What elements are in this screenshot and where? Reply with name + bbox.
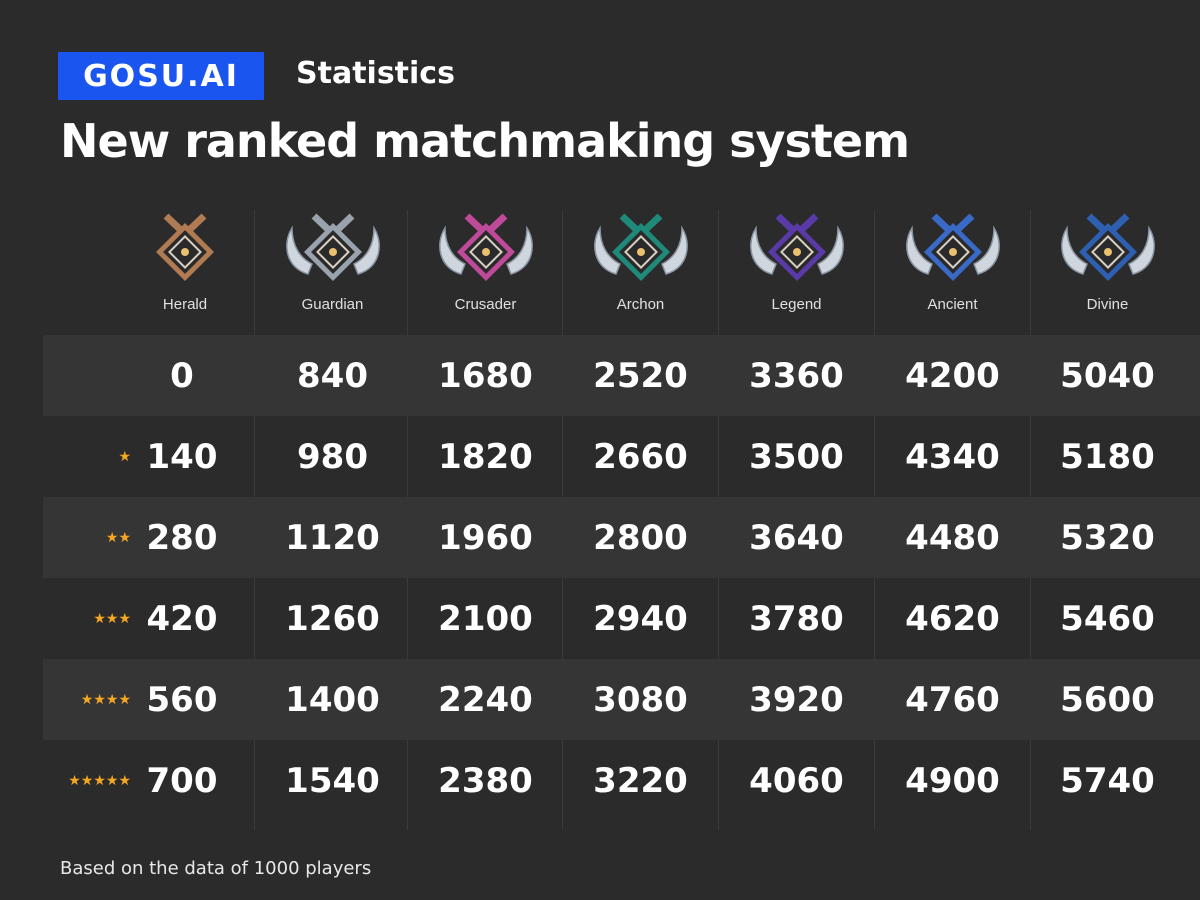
table-row: ★★ 280 1120 1960 2800 3640 4480 5320 bbox=[43, 497, 1200, 578]
crusader-medal-icon bbox=[438, 213, 533, 281]
rank-header-herald: Herald bbox=[105, 210, 265, 335]
mmr-value: 1820 bbox=[438, 436, 533, 477]
mmr-value: 700 bbox=[146, 760, 218, 801]
table-row: ★★★ 420 1260 2100 2940 3780 4620 5460 bbox=[43, 578, 1200, 659]
mmr-value: 5320 bbox=[1060, 517, 1155, 558]
rank-mmr-table: Herald Guardian Crusader Archon Legend Ancien… bbox=[43, 210, 1200, 830]
table-row: ★★★★★ 700 1540 2380 3220 4060 4900 5740 bbox=[43, 740, 1200, 821]
legend-medal-icon bbox=[749, 213, 844, 281]
rank-name: Divine bbox=[1086, 296, 1129, 313]
mmr-value: 2660 bbox=[593, 436, 688, 477]
star-level-icon: ★★★★ bbox=[80, 691, 131, 707]
rank-header-divine: Divine bbox=[1030, 210, 1185, 335]
mmr-value: 0 bbox=[170, 355, 194, 396]
mmr-value: 3920 bbox=[749, 679, 844, 720]
mmr-value: 1680 bbox=[438, 355, 533, 396]
mmr-value: 4620 bbox=[905, 598, 1000, 639]
mmr-value: 3780 bbox=[749, 598, 844, 639]
mmr-value: 2940 bbox=[593, 598, 688, 639]
mmr-value: 5180 bbox=[1060, 436, 1155, 477]
ancient-medal-icon bbox=[905, 213, 1000, 281]
table-row: ★★★★ 560 1400 2240 3080 3920 4760 5600 bbox=[43, 659, 1200, 740]
rank-header-ancient: Ancient bbox=[875, 210, 1030, 335]
mmr-value: 4340 bbox=[905, 436, 1000, 477]
mmr-value: 2100 bbox=[438, 598, 533, 639]
mmr-value: 4480 bbox=[905, 517, 1000, 558]
mmr-value: 5040 bbox=[1060, 355, 1155, 396]
mmr-value: 1120 bbox=[285, 517, 380, 558]
footer-note: Based on the data of 1000 players bbox=[60, 858, 372, 879]
star-level-icon bbox=[43, 335, 139, 416]
mmr-value: 3500 bbox=[749, 436, 844, 477]
archon-medal-icon bbox=[593, 213, 688, 281]
rank-header-legend: Legend bbox=[719, 210, 874, 335]
mmr-value: 280 bbox=[146, 517, 218, 558]
rank-name: Archon bbox=[616, 296, 665, 313]
mmr-value: 1540 bbox=[285, 760, 380, 801]
star-level-icon: ★★★ bbox=[93, 610, 131, 626]
mmr-value: 3080 bbox=[593, 679, 688, 720]
mmr-value: 840 bbox=[297, 355, 368, 396]
star-level-icon: ★★ bbox=[105, 529, 131, 545]
guardian-medal-icon bbox=[285, 213, 380, 281]
rank-name: Guardian bbox=[301, 296, 364, 313]
rank-header-crusader: Crusader bbox=[408, 210, 563, 335]
mmr-value: 2240 bbox=[438, 679, 533, 720]
mmr-value: 980 bbox=[297, 436, 368, 477]
mmr-value: 5740 bbox=[1060, 760, 1155, 801]
gosu-ai-logo: GOSU.AI bbox=[58, 52, 264, 100]
mmr-value: 2520 bbox=[593, 355, 688, 396]
star-level-icon: ★★★★★ bbox=[68, 772, 131, 788]
mmr-value: 1260 bbox=[285, 598, 380, 639]
divine-medal-icon bbox=[1060, 213, 1155, 281]
mmr-value: 1400 bbox=[285, 679, 380, 720]
mmr-value: 5460 bbox=[1060, 598, 1155, 639]
mmr-value: 3640 bbox=[749, 517, 844, 558]
star-level-icon: ★ bbox=[118, 448, 131, 464]
mmr-value: 4060 bbox=[749, 760, 844, 801]
mmr-value: 4900 bbox=[905, 760, 1000, 801]
mmr-value: 2800 bbox=[593, 517, 688, 558]
mmr-value: 1960 bbox=[438, 517, 533, 558]
mmr-value: 140 bbox=[146, 436, 218, 477]
section-label: Statistics bbox=[296, 56, 455, 91]
page-title: New ranked matchmaking system bbox=[60, 114, 910, 168]
table-row: ★ 140 980 1820 2660 3500 4340 5180 bbox=[43, 416, 1200, 497]
rank-name: Herald bbox=[162, 296, 208, 313]
mmr-value: 2380 bbox=[438, 760, 533, 801]
mmr-value: 560 bbox=[146, 679, 218, 720]
mmr-value: 3220 bbox=[593, 760, 688, 801]
rank-name: Ancient bbox=[927, 296, 978, 313]
mmr-value: 4760 bbox=[905, 679, 1000, 720]
mmr-value: 5600 bbox=[1060, 679, 1155, 720]
rank-header-archon: Archon bbox=[563, 210, 718, 335]
rank-name: Crusader bbox=[454, 296, 517, 313]
table-row: 0 840 1680 2520 3360 4200 5040 bbox=[43, 335, 1200, 416]
mmr-value: 420 bbox=[146, 598, 218, 639]
mmr-value: 4200 bbox=[905, 355, 1000, 396]
rank-header-guardian: Guardian bbox=[255, 210, 410, 335]
mmr-value: 3360 bbox=[749, 355, 844, 396]
herald-medal-icon bbox=[156, 213, 214, 281]
rank-name: Legend bbox=[771, 296, 822, 313]
